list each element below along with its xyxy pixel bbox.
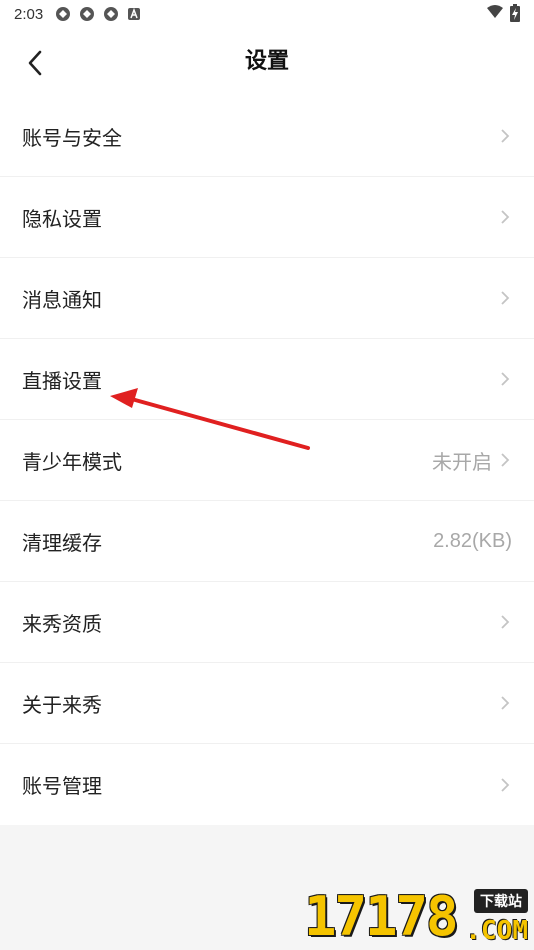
settings-item-label: 清理缓存 xyxy=(22,530,102,555)
chevron-right-icon xyxy=(498,127,512,145)
settings-item-account-management[interactable]: 账号管理 xyxy=(0,744,534,825)
status-right-icons xyxy=(486,4,520,22)
settings-item-privacy[interactable]: 隐私设置 xyxy=(0,177,534,258)
a-notification-icon xyxy=(127,6,143,22)
chevron-right-icon xyxy=(498,451,512,469)
chevron-right-icon xyxy=(498,613,512,631)
status-bar: 2:03 xyxy=(0,0,534,28)
chevron-right-icon xyxy=(498,208,512,226)
settings-item-label: 账号与安全 xyxy=(22,125,122,150)
settings-item-clear-cache[interactable]: 清理缓存 2.82(KB) xyxy=(0,501,534,582)
settings-list: 账号与安全 隐私设置 消息通知 直播设置 青少年模式 未开启 清理缓存 2.82… xyxy=(0,96,534,825)
chevron-right-icon xyxy=(498,289,512,307)
watermark-tag: 下载站 xyxy=(474,889,528,913)
settings-item-label: 隐私设置 xyxy=(22,206,102,231)
app-notification-icon xyxy=(79,6,95,22)
app-notification-icon xyxy=(103,6,119,22)
chevron-right-icon xyxy=(498,776,512,794)
watermark-logo: 17178 下载站 .COM xyxy=(304,885,534,950)
settings-item-value: 2.82(KB) xyxy=(433,529,512,552)
settings-item-label: 消息通知 xyxy=(22,287,102,312)
battery-charging-icon xyxy=(510,4,520,22)
settings-item-value: 未开启 xyxy=(432,451,492,474)
settings-item-label: 账号管理 xyxy=(22,774,102,798)
wifi-icon xyxy=(486,4,503,20)
chevron-right-icon xyxy=(498,694,512,712)
settings-item-label: 青少年模式 xyxy=(22,449,122,474)
app-notification-icon xyxy=(55,6,71,22)
status-time: 2:03 xyxy=(14,5,44,23)
settings-item-account-security[interactable]: 账号与安全 xyxy=(0,96,534,177)
settings-item-label: 来秀资质 xyxy=(22,611,102,636)
settings-item-label: 直播设置 xyxy=(22,368,102,393)
settings-item-qualifications[interactable]: 来秀资质 xyxy=(0,582,534,663)
settings-item-label: 关于来秀 xyxy=(22,692,102,717)
settings-item-notifications[interactable]: 消息通知 xyxy=(0,258,534,339)
settings-item-about[interactable]: 关于来秀 xyxy=(0,663,534,744)
header: 设置 xyxy=(0,28,534,96)
settings-item-live-stream[interactable]: 直播设置 xyxy=(0,339,534,420)
watermark-digits: 17178 xyxy=(304,885,459,948)
page-title: 设置 xyxy=(244,49,289,74)
settings-item-teen-mode[interactable]: 青少年模式 未开启 xyxy=(0,420,534,501)
chevron-right-icon xyxy=(498,370,512,388)
watermark-suffix: .COM xyxy=(465,916,528,946)
